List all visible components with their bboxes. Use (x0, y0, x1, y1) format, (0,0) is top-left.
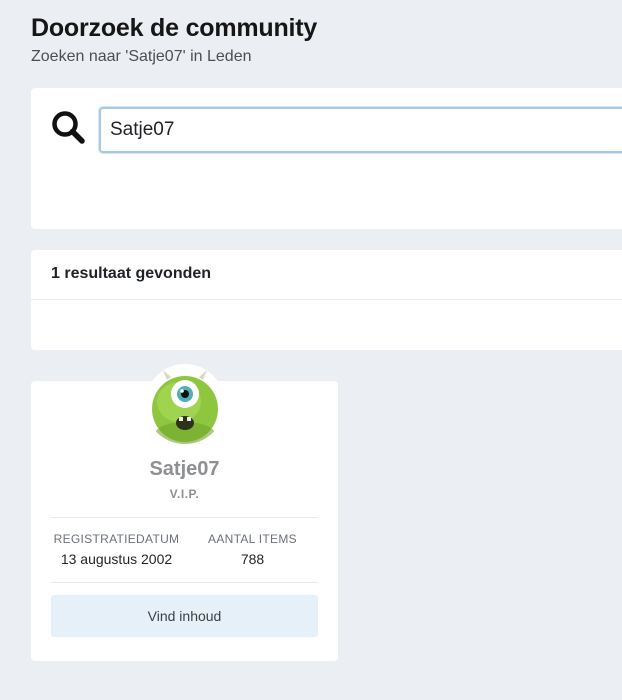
page-title: Doorzoek de community (31, 14, 318, 42)
divider (51, 517, 318, 518)
results-panel: 1 resultaat gevonden (31, 250, 622, 350)
find-content-button[interactable]: Vind inhoud (51, 595, 318, 637)
search-icon[interactable] (51, 110, 87, 146)
registration-date-label: REGISTRATIEDATUM (53, 532, 180, 546)
member-rank: V.I.P. (169, 487, 200, 501)
member-card: Satje07 V.I.P. REGISTRATIEDATUM 13 augus… (31, 364, 338, 661)
page-subtitle: Zoeken naar 'Satje07' in Leden (31, 48, 252, 65)
member-name[interactable]: Satje07 (31, 458, 338, 481)
item-count-stat: AANTAL ITEMS 788 (187, 532, 318, 567)
search-input[interactable] (99, 107, 622, 153)
search-panel (31, 88, 622, 229)
registration-date-value: 13 augustus 2002 (60, 551, 173, 567)
item-count-value: 788 (240, 551, 265, 567)
registration-date-stat: REGISTRATIEDATUM 13 augustus 2002 (51, 532, 182, 567)
search-page: Doorzoek de community Zoeken naar 'Satje… (0, 0, 622, 700)
results-divider (31, 299, 622, 300)
avatar[interactable] (145, 364, 225, 444)
item-count-label: AANTAL ITEMS (208, 532, 297, 546)
divider (51, 582, 318, 583)
green-monster-avatar-icon (145, 364, 225, 444)
results-count: 1 resultaat gevonden (51, 265, 212, 282)
